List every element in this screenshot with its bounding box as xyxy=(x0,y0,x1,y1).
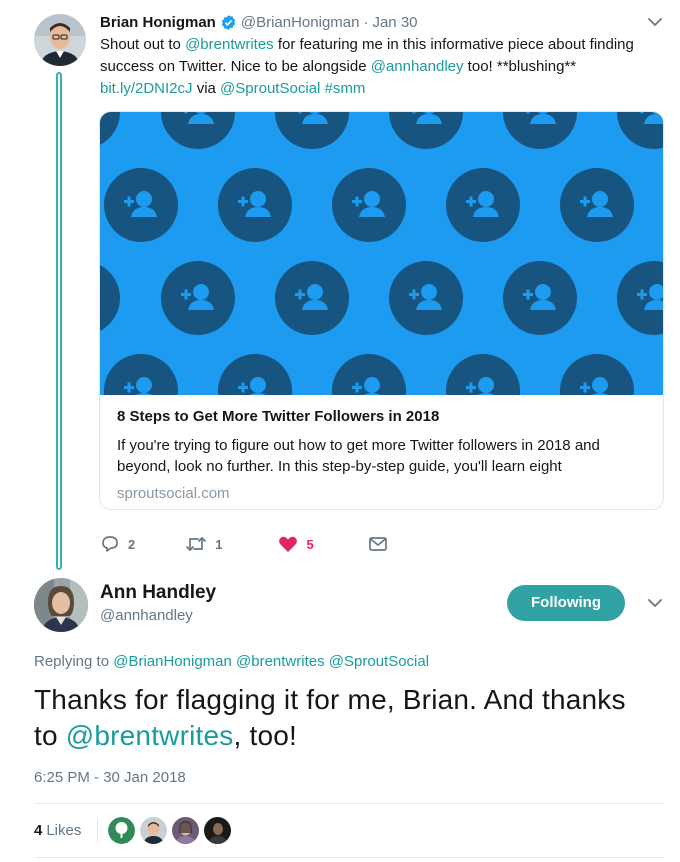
liker-avatar[interactable] xyxy=(108,816,136,844)
verified-badge-icon xyxy=(221,14,236,30)
card-title: 8 Steps to Get More Twitter Followers in… xyxy=(117,408,440,425)
divider xyxy=(34,803,664,804)
tweet-date[interactable]: Jan 30 xyxy=(372,14,417,31)
likes-row: 4 Likes xyxy=(34,815,236,845)
tweet-actions: 2 1 5 xyxy=(100,532,388,556)
author-name[interactable]: Ann Handley xyxy=(100,582,216,604)
likes-separator xyxy=(97,818,99,842)
add-user-icon xyxy=(100,112,663,428)
replying-prefix: Replying to xyxy=(34,653,114,670)
mention-link[interactable]: @brentwrites xyxy=(66,720,234,751)
card-domain: sproutsocial.com xyxy=(117,485,230,502)
heart-icon xyxy=(279,536,298,552)
tweet-timestamp[interactable]: 6:25 PM - 30 Jan 2018 xyxy=(34,769,186,786)
card-description: If you're trying to figure out how to ge… xyxy=(117,437,600,475)
reply-button[interactable]: 2 xyxy=(100,534,135,554)
tweet-conversation: Brian Honigman @BrianHonigman · Jan 30 S… xyxy=(0,0,680,862)
tweet-header: Brian Honigman @BrianHonigman · Jan 30 xyxy=(100,12,418,32)
mention-link[interactable]: @SproutSocial xyxy=(329,653,429,670)
thread-connector-line xyxy=(56,72,62,570)
url-link[interactable]: bit.ly/2DNI2cJ xyxy=(100,80,193,97)
reply-count: 2 xyxy=(128,536,136,552)
likes-label[interactable]: Likes xyxy=(46,822,81,839)
author-name[interactable]: Brian Honigman xyxy=(100,14,216,31)
author-handle[interactable]: @BrianHonigman xyxy=(241,14,360,31)
likes-count[interactable]: 4 xyxy=(34,822,42,839)
tweet-text-part: too! **blushing** xyxy=(463,58,577,75)
retweet-count: 1 xyxy=(215,536,223,552)
chevron-down-icon[interactable] xyxy=(647,14,663,30)
retweet-icon xyxy=(186,537,207,551)
liker-avatar[interactable] xyxy=(140,816,168,844)
like-count: 5 xyxy=(306,536,314,552)
liker-avatar[interactable] xyxy=(172,816,200,844)
mention-link[interactable]: @SproutSocial xyxy=(220,80,320,97)
envelope-icon xyxy=(368,537,387,551)
card-body: 8 Steps to Get More Twitter Followers in… xyxy=(100,395,663,502)
header-separator: · xyxy=(363,13,369,31)
tweet-text-part: Shout out to xyxy=(100,36,186,53)
like-button[interactable]: 5 xyxy=(278,535,314,553)
retweet-button[interactable]: 1 xyxy=(185,534,222,554)
tweet-text: Shout out to @brentwrites for featuring … xyxy=(100,34,660,100)
tweet-text-part: via xyxy=(192,80,221,97)
chevron-down-icon[interactable] xyxy=(647,595,663,611)
link-preview-card[interactable]: 8 Steps to Get More Twitter Followers in… xyxy=(99,111,664,510)
mention-link[interactable]: @BrianHonigman xyxy=(113,653,232,670)
divider xyxy=(34,857,664,858)
following-button[interactable]: Following xyxy=(507,585,625,621)
avatar[interactable] xyxy=(34,578,88,632)
avatar[interactable] xyxy=(34,14,86,66)
liker-avatar[interactable] xyxy=(204,816,232,844)
mention-link[interactable]: @brentwrites xyxy=(185,36,274,53)
author-handle[interactable]: @annhandley xyxy=(100,607,193,624)
hashtag-link[interactable]: #smm xyxy=(325,80,366,97)
mention-link[interactable]: @annhandley xyxy=(371,58,464,75)
tweet-text-part: , too! xyxy=(233,720,297,751)
tweet-text: Thanks for flagging it for me, Brian. An… xyxy=(34,682,654,754)
direct-message-button[interactable] xyxy=(368,535,388,553)
card-image xyxy=(100,112,663,428)
mention-link[interactable]: @brentwrites xyxy=(236,653,325,670)
replying-to: Replying to @BrianHonigman @brentwrites … xyxy=(34,653,429,670)
reply-icon xyxy=(102,536,118,552)
